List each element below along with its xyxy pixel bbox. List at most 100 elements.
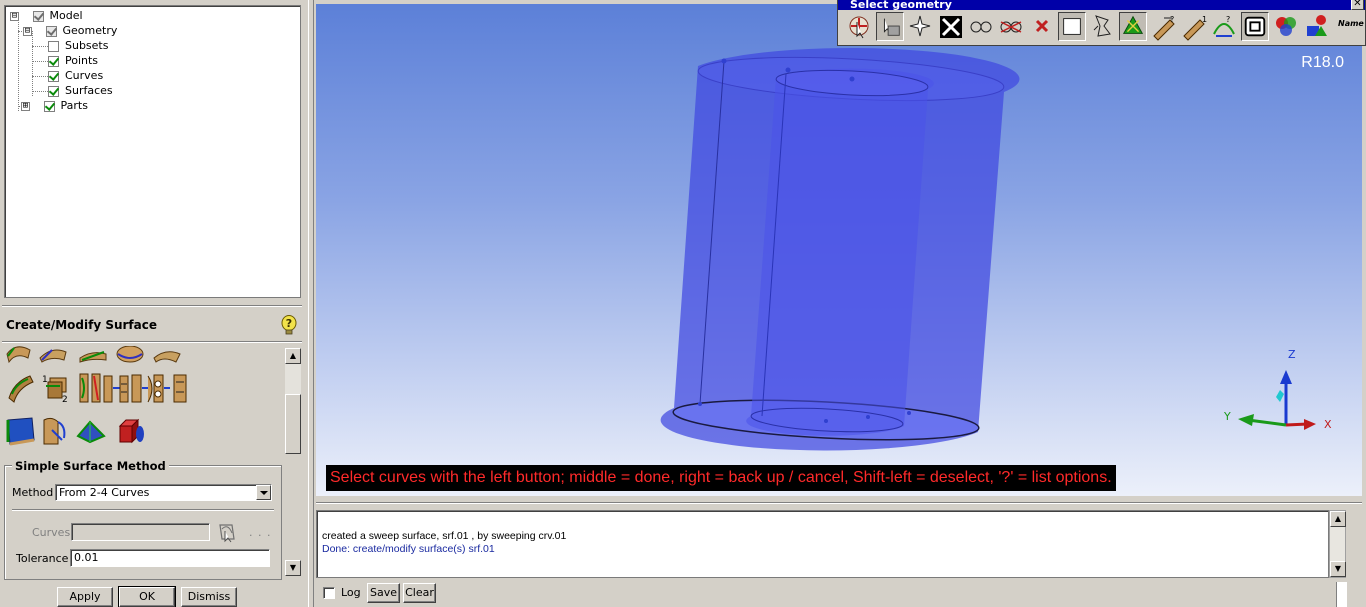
convert-surface-icon[interactable] xyxy=(76,414,106,446)
svg-text:1: 1 xyxy=(42,375,48,385)
scroll-down-button[interactable]: ▼ xyxy=(285,560,301,576)
polygon-select-icon[interactable] xyxy=(1088,12,1116,41)
tree-item-label: Surfaces xyxy=(65,84,113,97)
svg-text:?: ? xyxy=(1226,15,1230,24)
midsurface-icon[interactable] xyxy=(6,414,36,446)
select-geometry-toolbar: Select geometry ✕ ? 1 ? Name xyxy=(837,0,1366,46)
clear-button[interactable]: Clear xyxy=(403,583,436,603)
scroll-up-button[interactable]: ▲ xyxy=(285,348,301,364)
select-all-icon[interactable] xyxy=(906,12,934,41)
scrollbar-thumb[interactable] xyxy=(285,394,301,454)
tree-item-points[interactable]: Points xyxy=(48,53,98,68)
box-select-icon[interactable] xyxy=(1058,12,1086,41)
curves-field[interactable] xyxy=(71,523,210,541)
tree-item-label: Subsets xyxy=(65,39,109,52)
offset-surface-icon[interactable] xyxy=(6,372,36,404)
graphics-viewport[interactable]: R18.0 Select curves with the left button… xyxy=(316,4,1362,496)
close-icon[interactable]: ✕ xyxy=(1351,0,1364,10)
visibility-checkbox[interactable] xyxy=(45,25,57,37)
tree-item-model[interactable]: ⊟ Model xyxy=(10,8,83,23)
method-select[interactable]: From 2-4 Curves xyxy=(55,484,272,501)
extend-surface-icon[interactable]: 12 xyxy=(40,372,70,404)
tree-item-geometry[interactable]: ⊟ Geometry xyxy=(23,23,117,38)
chevron-down-icon[interactable] xyxy=(256,485,271,500)
help-question-icon[interactable]: ? xyxy=(280,315,298,335)
svg-text:?: ? xyxy=(1170,15,1174,24)
panel-divider[interactable] xyxy=(308,0,314,607)
panel-separator xyxy=(2,305,302,307)
log-checkbox[interactable] xyxy=(323,587,335,599)
select-by-type-icon[interactable] xyxy=(1303,12,1331,41)
surface-from-curves-icon[interactable] xyxy=(4,346,34,364)
restore-dormant-icon[interactable] xyxy=(168,372,198,404)
tolerance-field[interactable]: 0.01 xyxy=(70,549,270,567)
tree-item-parts[interactable]: ⊞ Parts xyxy=(21,98,88,113)
axis-triad: Z Y X xyxy=(1223,348,1332,431)
geometry-scene[interactable] xyxy=(316,4,1362,496)
y-axis-label: Y xyxy=(1223,410,1231,423)
select-curves-icon[interactable] xyxy=(216,521,238,543)
method-select-value: From 2-4 Curves xyxy=(59,486,150,499)
select-by-part-icon[interactable]: ? xyxy=(1150,12,1178,41)
message-scrollbar[interactable]: ▲ ▼ xyxy=(1329,510,1346,578)
visibility-checkbox[interactable] xyxy=(43,100,55,112)
dismiss-button[interactable]: Dismiss xyxy=(181,587,237,607)
select-by-curvature-icon[interactable]: ? xyxy=(1210,12,1238,41)
message-line: Done: create/modify surface(s) srf.01 xyxy=(322,543,495,555)
show-selected-icon[interactable] xyxy=(967,12,995,41)
tree-item-label: Model xyxy=(49,9,83,22)
collapse-icon[interactable]: ⊟ xyxy=(23,26,32,36)
curve-mesh-icon[interactable] xyxy=(38,346,68,364)
svg-text:2: 2 xyxy=(62,395,68,404)
tree-item-label: Points xyxy=(65,54,99,67)
group-legend: Simple Surface Method xyxy=(12,459,169,473)
select-by-name-icon[interactable]: Name xyxy=(1338,19,1364,28)
ok-button[interactable]: OK xyxy=(118,586,176,607)
left-panel: ⊟ Model ⊟ Geometry Subsets Points Curves… xyxy=(0,0,308,607)
visibility-checkbox[interactable] xyxy=(48,40,59,52)
collapse-icon[interactable]: ⊟ xyxy=(10,11,19,21)
tree-connector xyxy=(32,31,33,96)
sweep-surface-icon[interactable] xyxy=(78,346,108,364)
apply-button[interactable]: Apply xyxy=(57,587,113,607)
tree-item-surfaces[interactable]: Surfaces xyxy=(48,83,113,98)
horizontal-scroll-stub xyxy=(1336,582,1347,607)
toolbar-title[interactable]: Select geometry xyxy=(838,0,1365,10)
tree-item-subsets[interactable]: Subsets xyxy=(48,38,108,53)
save-button[interactable]: Save xyxy=(367,583,400,603)
select-by-property-icon[interactable]: 1 xyxy=(1180,12,1208,41)
select-items-icon[interactable] xyxy=(845,12,873,41)
tree-item-curves[interactable]: Curves xyxy=(48,68,103,83)
visibility-checkbox[interactable] xyxy=(48,55,59,67)
scroll-up-button[interactable]: ▲ xyxy=(1330,511,1346,527)
color-select-icon[interactable] xyxy=(1272,12,1300,41)
surface-tool-palette: 12 xyxy=(2,346,284,453)
select-visible-icon[interactable] xyxy=(1119,12,1147,41)
inner-cylinder-surface[interactable] xyxy=(746,67,934,436)
palette-scrollbar[interactable]: ▲ xyxy=(285,348,301,454)
version-label: R18.0 xyxy=(1301,54,1344,71)
visibility-checkbox[interactable] xyxy=(32,10,44,22)
revolve-icon[interactable] xyxy=(114,346,144,364)
toggle-dynamic-icon[interactable] xyxy=(876,12,904,41)
message-window[interactable]: created a sweep surface, srf.01 , by swe… xyxy=(316,510,1329,578)
tolerance-label: Tolerance xyxy=(16,552,69,565)
cancel-selection-icon[interactable] xyxy=(937,12,965,41)
tree-item-label: Curves xyxy=(65,69,104,82)
message-line: created a sweep surface, srf.01 , by swe… xyxy=(322,530,567,542)
select-by-entity-icon[interactable] xyxy=(1241,12,1269,41)
loft-icon[interactable] xyxy=(152,346,182,364)
model-tree[interactable]: ⊟ Model ⊟ Geometry Subsets Points Curves… xyxy=(4,5,301,298)
scroll-down-button[interactable]: ▼ xyxy=(1330,561,1346,577)
fill-icon[interactable] xyxy=(40,414,70,446)
z-axis-label: Z xyxy=(1288,348,1296,361)
standard-shapes-icon[interactable] xyxy=(114,414,144,446)
group-separator xyxy=(12,509,274,511)
curves-browse-dots[interactable]: . . . xyxy=(249,526,271,539)
visibility-checkbox[interactable] xyxy=(48,70,59,82)
expand-icon[interactable]: ⊞ xyxy=(21,101,30,111)
deselect-icon[interactable] xyxy=(1028,12,1056,41)
panel-title: Create/Modify Surface xyxy=(6,318,158,332)
visibility-checkbox[interactable] xyxy=(48,85,59,97)
hide-selected-icon[interactable] xyxy=(997,12,1025,41)
